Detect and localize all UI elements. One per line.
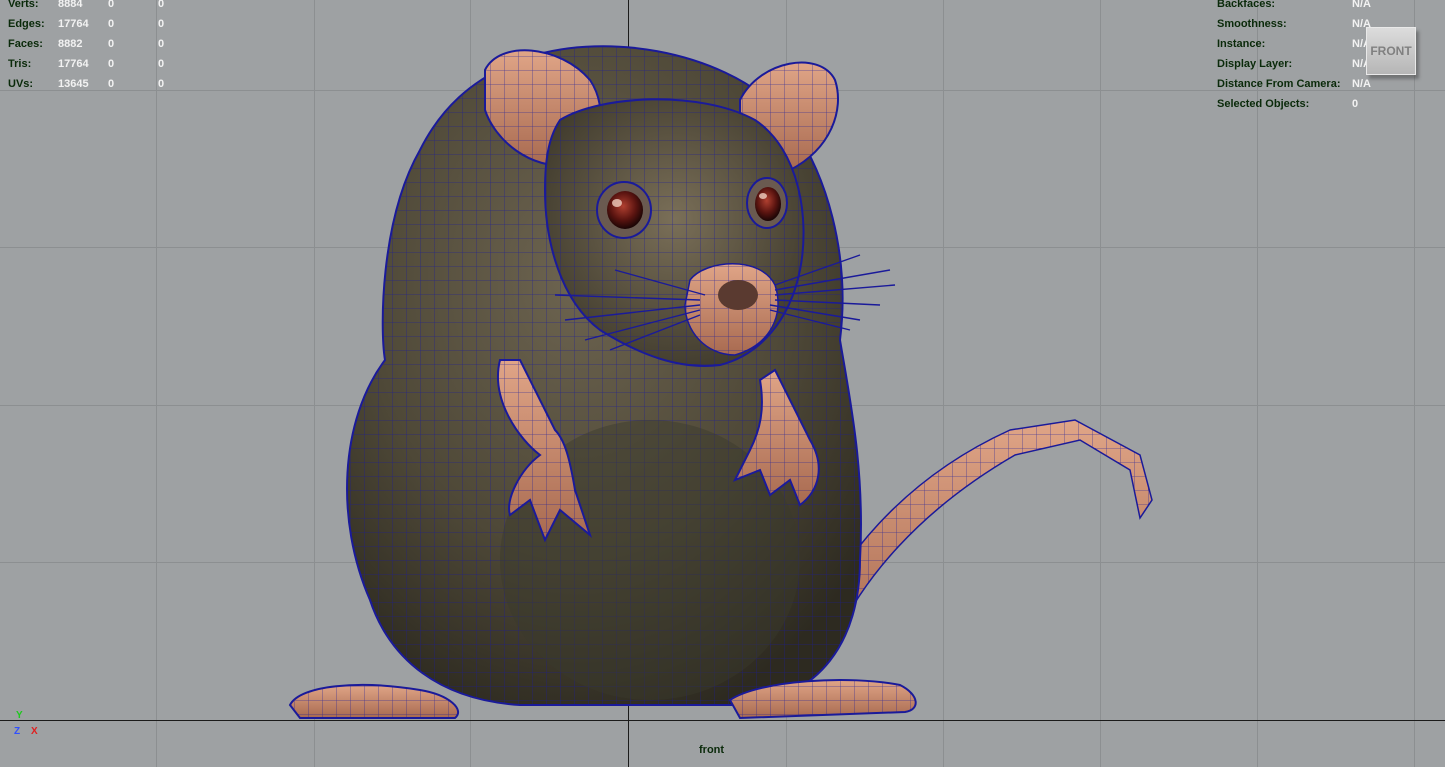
hud-label: Distance From Camera:	[1217, 78, 1341, 90]
hud-label: Display Layer:	[1217, 58, 1293, 70]
axis-x-label: X	[31, 726, 38, 737]
hud-value-total: 8884	[58, 0, 83, 10]
hud-value-other: 0	[158, 58, 165, 70]
hud-value-total: 8882	[58, 38, 83, 50]
viewport-front[interactable]: Verts: 8884 0 0 Edges: 17764 0 0 Faces: …	[0, 0, 1445, 767]
hud-value-other: 0	[158, 78, 165, 90]
hud-value: 0	[1352, 98, 1359, 110]
hud-label: Selected Objects:	[1217, 98, 1310, 110]
hud-label: Tris:	[8, 58, 32, 70]
hud-value-selected: 0	[108, 58, 115, 70]
hud-value-total: 17764	[58, 58, 89, 70]
view-cube[interactable]: FRONT	[1366, 27, 1416, 75]
hud-value-selected: 0	[108, 38, 115, 50]
camera-name-label: front	[699, 744, 725, 756]
hud-value: N/A	[1352, 0, 1371, 10]
hud-value-selected: 0	[108, 78, 115, 90]
hud-value-selected: 0	[108, 0, 115, 10]
hud-label: Backfaces:	[1217, 0, 1276, 10]
axis-z-label: Z	[14, 726, 21, 737]
hud-label: Instance:	[1217, 38, 1266, 50]
rat-model[interactable]	[0, 0, 1445, 767]
hud-label: Verts:	[8, 0, 39, 10]
axis-y-label: Y	[16, 710, 23, 721]
hud-value-other: 0	[158, 0, 165, 10]
hud-value-selected: 0	[108, 18, 115, 30]
hud-label: Smoothness:	[1217, 18, 1287, 30]
hud-value-other: 0	[158, 18, 165, 30]
axis-gizmo: Y Z X	[12, 710, 52, 744]
hud-label: Faces:	[8, 38, 43, 50]
hud-value-total: 13645	[58, 78, 89, 90]
hud-value-total: 17764	[58, 18, 89, 30]
hud-label: UVs:	[8, 78, 34, 90]
hud-value-other: 0	[158, 38, 165, 50]
hud-label: Edges:	[8, 18, 45, 30]
hud-value: N/A	[1352, 78, 1371, 90]
